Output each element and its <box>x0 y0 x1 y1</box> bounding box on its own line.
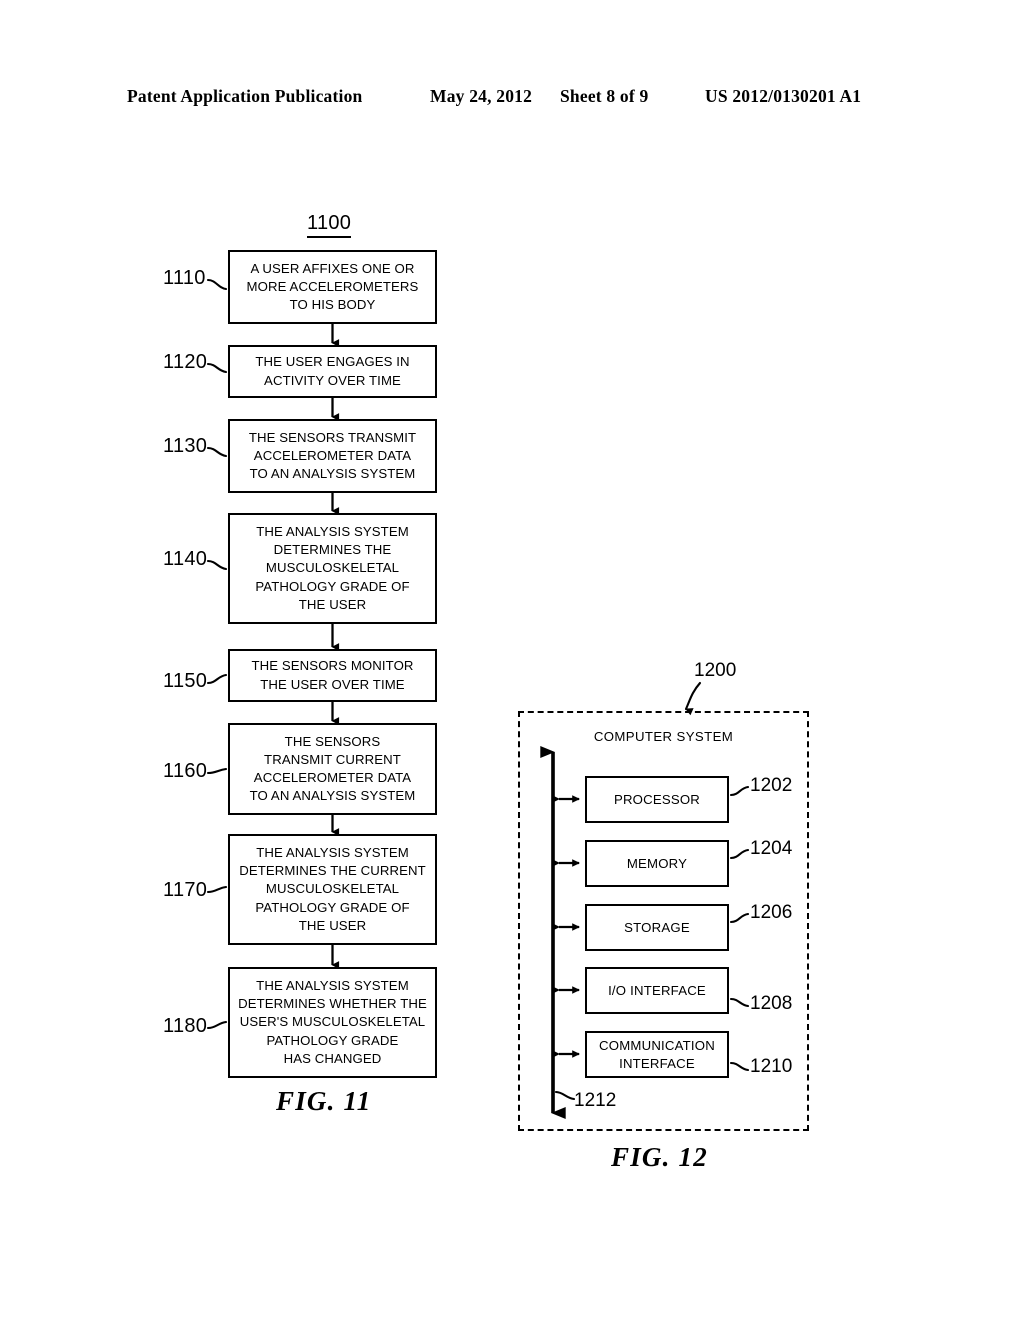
component-line: COMMUNICATION <box>599 1037 715 1053</box>
component-processor: PROCESSOR <box>585 776 729 823</box>
component-ref-1208: 1208 <box>750 993 793 1014</box>
component-ref-1210: 1210 <box>750 1056 793 1077</box>
component-ref-1206: 1206 <box>750 902 793 923</box>
component-storage: STORAGE <box>585 904 729 951</box>
component-communication-interface: COMMUNICATION INTERFACE <box>585 1031 729 1078</box>
component-line: MEMORY <box>626 855 688 871</box>
component-line: PROCESSOR <box>613 791 701 807</box>
component-line: INTERFACE <box>619 1055 695 1071</box>
component-line: INTERFACE <box>630 982 706 998</box>
computer-system-ref-1200: 1200 <box>694 660 737 681</box>
computer-system-title: COMPUTER SYSTEM <box>593 729 734 744</box>
figure-12-caption: FIG. 12 <box>611 1142 708 1172</box>
component-line: I/O <box>608 982 627 998</box>
component-memory: MEMORY <box>585 840 729 887</box>
figure-12: COMPUTER SYSTEM 1200 PROCESSOR MEMORY ST… <box>0 0 1024 1320</box>
component-io-interface: I/O INTERFACE <box>585 967 729 1014</box>
component-line: STORAGE <box>624 919 690 935</box>
bus-ref-1212: 1212 <box>574 1090 617 1111</box>
component-ref-1204: 1204 <box>750 838 793 859</box>
component-ref-1202: 1202 <box>750 775 793 796</box>
